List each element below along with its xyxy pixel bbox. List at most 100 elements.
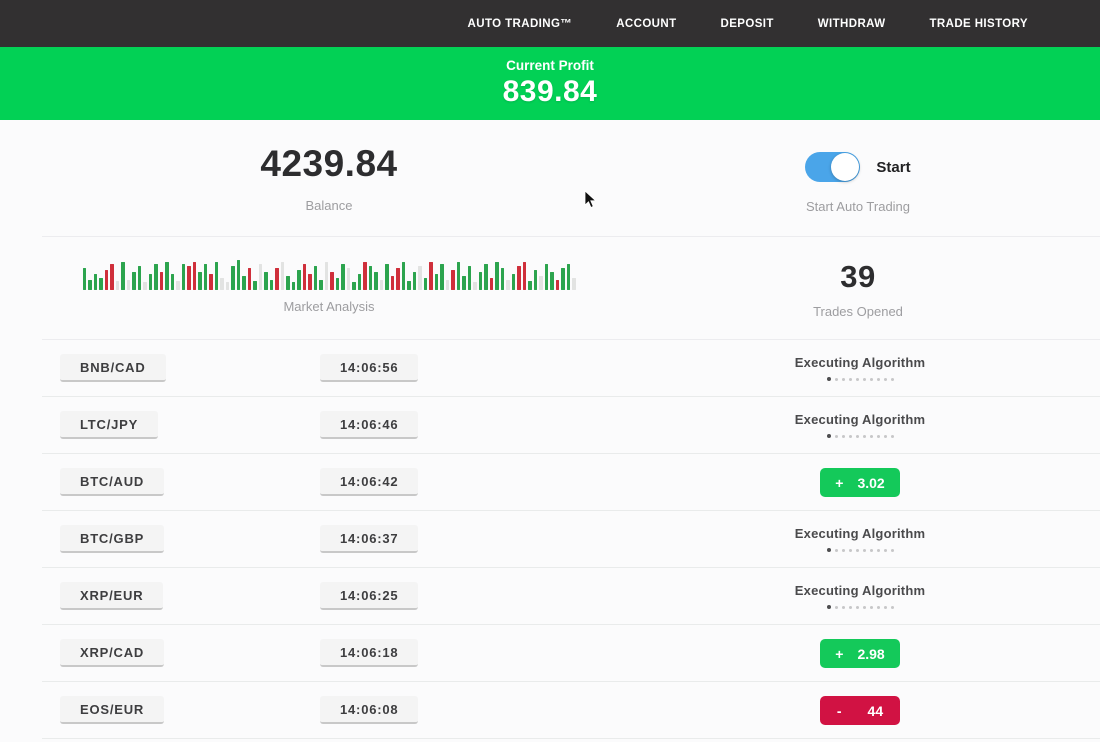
nav-item-auto-trading[interactable]: AUTO TRADING™ bbox=[468, 18, 573, 30]
time-badge: 14:06:42 bbox=[320, 468, 418, 496]
executing-label: Executing Algorithm bbox=[795, 526, 925, 541]
market-bar bbox=[369, 266, 373, 290]
market-bar bbox=[154, 264, 158, 290]
executing-label: Executing Algorithm bbox=[795, 583, 925, 598]
market-bar bbox=[132, 272, 136, 290]
market-bar bbox=[242, 276, 246, 290]
market-bar bbox=[429, 262, 433, 290]
top-navbar: AUTO TRADING™ ACCOUNT DEPOSIT WITHDRAW TRADE… bbox=[0, 0, 1100, 47]
market-bar bbox=[341, 264, 345, 290]
trade-row: LTC/JPY14:06:46Executing Algorithm bbox=[42, 397, 1100, 454]
auto-trading-toggle[interactable] bbox=[805, 152, 860, 182]
market-bar bbox=[517, 266, 521, 290]
trade-row: BNB/CAD14:06:56Executing Algorithm bbox=[42, 340, 1100, 397]
nav-item-deposit[interactable]: DEPOSIT bbox=[721, 18, 774, 30]
market-bar bbox=[468, 266, 472, 290]
market-bar bbox=[556, 280, 560, 290]
current-profit-label: Current Profit bbox=[0, 58, 1100, 73]
market-bar bbox=[407, 281, 411, 290]
market-bar bbox=[446, 280, 450, 290]
balance-block: 4239.84 Balance bbox=[42, 143, 616, 236]
market-bar bbox=[83, 268, 87, 290]
trade-list: BNB/CAD14:06:56Executing AlgorithmLTC/JP… bbox=[42, 340, 1100, 739]
market-bar bbox=[94, 274, 98, 290]
nav-item-withdraw[interactable]: WITHDRAW bbox=[818, 18, 886, 30]
time-badge: 14:06:08 bbox=[320, 696, 418, 724]
market-bar bbox=[88, 280, 92, 290]
market-section: Market Analysis 39 Trades Opened bbox=[42, 237, 1100, 340]
market-bar bbox=[506, 280, 510, 290]
market-bar bbox=[292, 282, 296, 290]
market-bar bbox=[462, 276, 466, 290]
trade-row: BTC/AUD14:06:42+3.02 bbox=[42, 454, 1100, 511]
time-badge: 14:06:18 bbox=[320, 639, 418, 667]
pair-badge: BNB/CAD bbox=[60, 354, 166, 382]
market-bar bbox=[352, 282, 356, 290]
trade-row: XRP/EUR14:06:25Executing Algorithm bbox=[42, 568, 1100, 625]
market-bar bbox=[176, 281, 180, 290]
market-bar bbox=[297, 270, 301, 290]
market-bar bbox=[237, 260, 241, 290]
market-bar bbox=[490, 278, 494, 290]
market-bar bbox=[567, 264, 571, 290]
executing-label: Executing Algorithm bbox=[795, 355, 925, 370]
balance-value: 4239.84 bbox=[42, 143, 616, 185]
balance-label: Balance bbox=[42, 198, 616, 213]
market-bar bbox=[314, 266, 318, 290]
market-bar bbox=[275, 268, 279, 290]
market-bar bbox=[138, 266, 142, 290]
market-bar bbox=[495, 262, 499, 290]
market-bar bbox=[385, 264, 389, 290]
market-bar bbox=[220, 278, 224, 290]
loader-dots bbox=[795, 434, 925, 438]
market-bar bbox=[380, 280, 384, 290]
market-bar bbox=[479, 272, 483, 290]
current-profit-value: 839.84 bbox=[0, 75, 1100, 109]
market-bar bbox=[319, 280, 323, 290]
market-bar bbox=[149, 274, 153, 290]
profit-banner: Current Profit 839.84 bbox=[0, 47, 1100, 120]
market-bar bbox=[363, 262, 367, 290]
market-bar bbox=[171, 274, 175, 290]
main-content: 4239.84 Balance Start Start Auto Trading… bbox=[0, 120, 1100, 739]
market-bar bbox=[550, 272, 554, 290]
market-bar bbox=[286, 276, 290, 290]
market-bar bbox=[226, 282, 230, 290]
executing-status: Executing Algorithm bbox=[795, 412, 925, 438]
market-bar bbox=[264, 272, 268, 290]
market-bar bbox=[281, 262, 285, 290]
market-bar bbox=[160, 272, 164, 290]
executing-label: Executing Algorithm bbox=[795, 412, 925, 427]
market-bar bbox=[501, 268, 505, 290]
market-analysis-chart bbox=[42, 257, 616, 290]
market-analysis-label: Market Analysis bbox=[42, 299, 616, 314]
pair-badge: LTC/JPY bbox=[60, 411, 158, 439]
market-bar bbox=[182, 264, 186, 290]
auto-trading-block: Start Start Auto Trading bbox=[616, 143, 1100, 236]
executing-status: Executing Algorithm bbox=[795, 583, 925, 609]
market-bar bbox=[402, 262, 406, 290]
market-bar bbox=[231, 266, 235, 290]
toggle-knob[interactable] bbox=[831, 153, 859, 181]
trades-opened-value: 39 bbox=[616, 259, 1100, 295]
market-bar bbox=[303, 264, 307, 290]
trades-opened-label: Trades Opened bbox=[616, 304, 1100, 319]
market-bar bbox=[253, 281, 257, 290]
pair-badge: BTC/GBP bbox=[60, 525, 164, 553]
nav-item-trade-history[interactable]: TRADE HISTORY bbox=[930, 18, 1029, 30]
market-bar bbox=[451, 270, 455, 290]
market-bar bbox=[561, 268, 565, 290]
market-bar bbox=[248, 268, 252, 290]
market-bar bbox=[413, 272, 417, 290]
nav-item-account[interactable]: ACCOUNT bbox=[616, 18, 676, 30]
market-bar bbox=[110, 264, 114, 290]
market-bar bbox=[473, 282, 477, 290]
market-bar bbox=[528, 281, 532, 290]
time-badge: 14:06:37 bbox=[320, 525, 418, 553]
loader-dots bbox=[795, 548, 925, 552]
pair-badge: EOS/EUR bbox=[60, 696, 164, 724]
market-bar bbox=[512, 274, 516, 290]
executing-status: Executing Algorithm bbox=[795, 355, 925, 381]
market-bar bbox=[330, 272, 334, 290]
market-bar bbox=[105, 270, 109, 290]
